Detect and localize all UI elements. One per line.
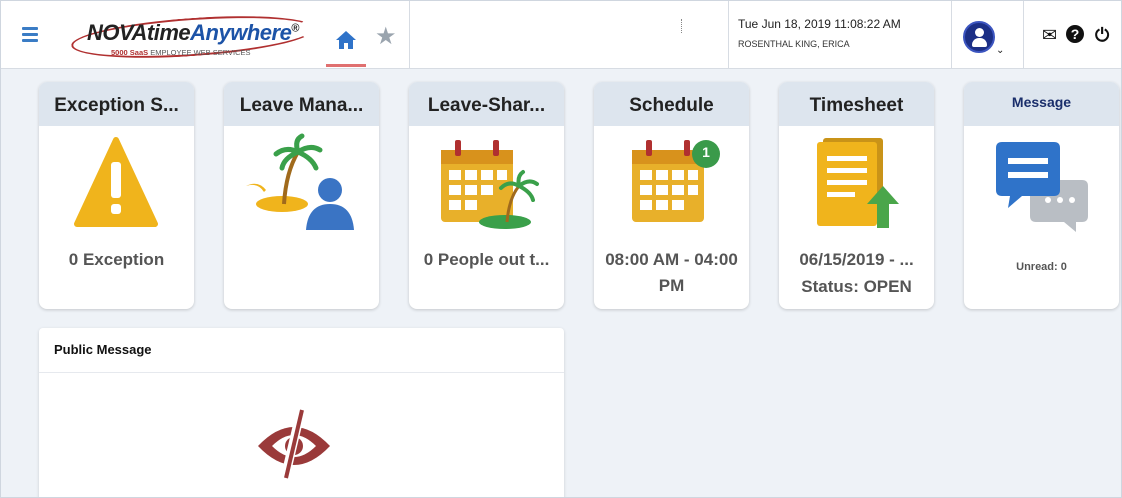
home-icon	[336, 31, 356, 49]
tile-message[interactable]: Message Unread: 0	[964, 82, 1119, 309]
favorites-star-icon[interactable]: ★	[375, 25, 397, 49]
badge-count: 1	[702, 144, 710, 160]
logo-sub-text: EMPLOYEE WEB SERVICES	[150, 48, 251, 57]
timesheet-document-icon	[817, 138, 899, 228]
vacation-person-icon	[246, 133, 354, 230]
header-divider	[1023, 1, 1024, 68]
panel-title: Public Message	[39, 328, 564, 373]
tile-timesheet[interactable]: Timesheet 06/15/2019 - ... Status: OPEN	[779, 82, 934, 309]
tile-value: 0 People out t...	[423, 250, 550, 269]
logo-registered: ®	[291, 22, 299, 35]
logo-subtitle: 5000 SaaS EMPLOYEE WEB SERVICES	[111, 48, 251, 57]
tile-status: Status: OPEN	[801, 277, 912, 296]
tile-schedule[interactable]: Schedule 1 08:00 AM - 04:00 PM	[594, 82, 749, 309]
tile-title: Leave-Shar...	[409, 82, 564, 126]
app-frame: NOVAtimeAnywhere® 5000 SaaS EMPLOYEE WEB…	[0, 0, 1122, 498]
tile-value: 06/15/2019 - ...	[799, 250, 914, 269]
tile-title: Leave Mana...	[224, 82, 379, 126]
user-avatar-icon[interactable]	[963, 21, 995, 53]
header-divider	[951, 1, 952, 68]
power-icon[interactable]: ⏻	[1095, 25, 1109, 45]
tile-title: Message	[964, 82, 1119, 126]
calendar-vacation-icon	[441, 140, 539, 229]
eye-slash-icon	[258, 406, 330, 482]
warning-icon	[74, 137, 158, 227]
calendar-icon	[632, 140, 720, 222]
tile-leave-management[interactable]: Leave Mana...	[224, 82, 379, 309]
tile-title: Exception S...	[39, 82, 194, 126]
tile-value: Unread: 0	[1016, 261, 1067, 273]
tile-title: Timesheet	[779, 82, 934, 126]
tile-title: Schedule	[594, 82, 749, 126]
header-divider	[728, 1, 729, 68]
chevron-down-icon[interactable]: ⌄	[996, 45, 1004, 56]
help-icon[interactable]: ?	[1066, 25, 1084, 43]
tile-leave-sharing[interactable]: Leave-Shar... 0 People out t...	[409, 82, 564, 309]
current-datetime: Tue Jun 18, 2019 11:08:22 AM	[738, 17, 901, 31]
novatime-logo[interactable]: NOVAtimeAnywhere® 5000 SaaS EMPLOYEE WEB…	[67, 9, 327, 65]
public-message-panel: Public Message	[39, 328, 564, 497]
logo-brand-nova: NOVAtime	[87, 20, 191, 45]
header-dotted-separator	[681, 19, 682, 33]
top-header: NOVAtimeAnywhere® 5000 SaaS EMPLOYEE WEB…	[1, 1, 1121, 69]
tile-value: 08:00 AM - 04:00 PM	[605, 250, 738, 295]
user-name: ROSENTHAL KING, ERICA	[738, 39, 850, 49]
hamburger-menu-icon[interactable]	[22, 27, 38, 43]
tile-value: 0 Exception	[68, 250, 165, 269]
home-tab[interactable]	[326, 23, 366, 67]
logo-brand-anywhere: Anywhere	[190, 20, 292, 45]
logo-sub-bold: 5000 SaaS	[111, 48, 149, 57]
mail-icon[interactable]: ✉	[1042, 25, 1057, 45]
logo-brand: NOVAtimeAnywhere®	[87, 20, 299, 46]
header-divider	[409, 1, 410, 68]
chat-bubbles-icon	[996, 142, 1088, 232]
tile-exception-summary[interactable]: Exception S... 0 Exception	[39, 82, 194, 309]
